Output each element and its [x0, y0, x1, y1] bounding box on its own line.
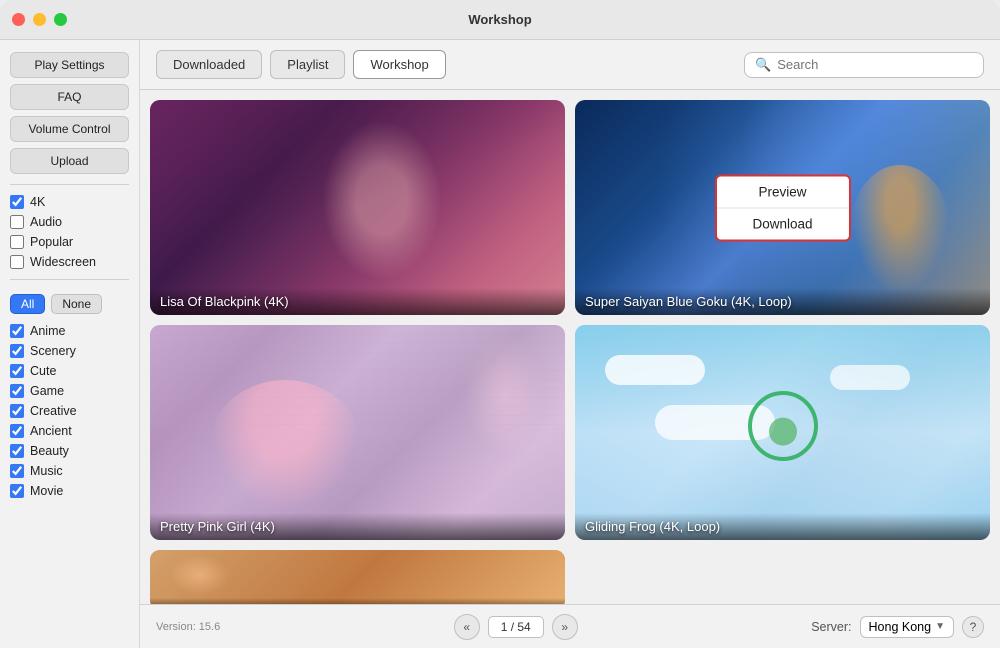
category-scenery-checkbox[interactable] [10, 344, 24, 358]
tab-playlist[interactable]: Playlist [270, 50, 345, 79]
category-beauty[interactable]: Beauty [10, 444, 129, 458]
category-music-checkbox[interactable] [10, 464, 24, 478]
category-creative-label: Creative [30, 404, 77, 418]
category-anime[interactable]: Anime [10, 324, 129, 338]
wallpaper-card-lisa[interactable]: Lisa Of Blackpink (4K) [150, 100, 565, 315]
category-scenery-label: Scenery [30, 344, 76, 358]
card-title-sailor: Pretty Pink Girl (4K) [160, 519, 275, 534]
filter-widescreen[interactable]: Widescreen [10, 255, 129, 269]
download-button[interactable]: Download [716, 207, 848, 239]
category-cute-checkbox[interactable] [10, 364, 24, 378]
card-overlay-goku: Super Saiyan Blue Goku (4K, Loop) [575, 288, 990, 315]
search-input[interactable] [777, 57, 973, 72]
filter-all-none-row: All None [10, 294, 129, 314]
close-button[interactable] [12, 13, 25, 26]
category-creative-checkbox[interactable] [10, 404, 24, 418]
divider-1 [10, 184, 129, 185]
chevron-down-icon: ▼ [935, 621, 945, 632]
category-music[interactable]: Music [10, 464, 129, 478]
wallpaper-card-bottom[interactable] [150, 550, 565, 604]
card-title-goku: Super Saiyan Blue Goku (4K, Loop) [585, 294, 792, 309]
category-movie-label: Movie [30, 484, 63, 498]
category-ancient-checkbox[interactable] [10, 424, 24, 438]
version-text: Version: 15.6 [156, 621, 220, 633]
sidebar: Play Settings FAQ Volume Control Upload … [0, 40, 140, 648]
filter-popular[interactable]: Popular [10, 235, 129, 249]
filter-popular-label: Popular [30, 235, 73, 249]
server-value: Hong Kong [869, 620, 932, 634]
category-anime-checkbox[interactable] [10, 324, 24, 338]
filter-4k-checkbox[interactable] [10, 195, 24, 209]
window-title: Workshop [468, 12, 531, 27]
server-area: Server: Hong Kong ▼ ? [811, 616, 984, 638]
minimize-button[interactable] [33, 13, 46, 26]
wallpaper-card-frog[interactable]: Gliding Frog (4K, Loop) [575, 325, 990, 540]
category-beauty-label: Beauty [30, 444, 69, 458]
category-movie-checkbox[interactable] [10, 484, 24, 498]
category-anime-label: Anime [30, 324, 65, 338]
maximize-button[interactable] [54, 13, 67, 26]
filter-all-button[interactable]: All [10, 294, 45, 314]
card-overlay-bottom [150, 598, 565, 604]
popup-overlay: Preview Download [714, 174, 850, 241]
card-overlay-lisa: Lisa Of Blackpink (4K) [150, 288, 565, 315]
wallpaper-card-sailor[interactable]: Pretty Pink Girl (4K) [150, 325, 565, 540]
category-ancient-label: Ancient [30, 424, 72, 438]
category-cute[interactable]: Cute [10, 364, 129, 378]
card-title-frog: Gliding Frog (4K, Loop) [585, 519, 720, 534]
wallpaper-card-goku[interactable]: Preview Download Super Saiyan Blue Goku … [575, 100, 990, 315]
filter-popular-checkbox[interactable] [10, 235, 24, 249]
category-ancient[interactable]: Ancient [10, 424, 129, 438]
upload-button[interactable]: Upload [10, 148, 129, 174]
wallpaper-grid: Lisa Of Blackpink (4K) Preview Download … [150, 100, 990, 604]
category-scenery[interactable]: Scenery [10, 344, 129, 358]
card-overlay-sailor: Pretty Pink Girl (4K) [150, 513, 565, 540]
help-button[interactable]: ? [962, 616, 984, 638]
card-title-lisa: Lisa Of Blackpink (4K) [160, 294, 289, 309]
filter-widescreen-checkbox[interactable] [10, 255, 24, 269]
tab-downloaded[interactable]: Downloaded [156, 50, 262, 79]
page-indicator: 1 / 54 [488, 616, 544, 638]
category-cute-label: Cute [30, 364, 56, 378]
category-beauty-checkbox[interactable] [10, 444, 24, 458]
category-game[interactable]: Game [10, 384, 129, 398]
divider-2 [10, 279, 129, 280]
server-select[interactable]: Hong Kong ▼ [860, 616, 954, 638]
filter-none-button[interactable]: None [51, 294, 102, 314]
content-area: Downloaded Playlist Workshop 🔍 Lisa Of B… [140, 40, 1000, 648]
bottombar: Version: 15.6 « 1 / 54 » Server: Hong Ko… [140, 604, 1000, 648]
category-movie[interactable]: Movie [10, 484, 129, 498]
filter-audio-checkbox[interactable] [10, 215, 24, 229]
server-label: Server: [811, 620, 851, 634]
filter-widescreen-label: Widescreen [30, 255, 96, 269]
topbar: Downloaded Playlist Workshop 🔍 [140, 40, 1000, 90]
faq-button[interactable]: FAQ [10, 84, 129, 110]
pagination: « 1 / 54 » [454, 614, 578, 640]
filter-audio-label: Audio [30, 215, 62, 229]
card-overlay-frog: Gliding Frog (4K, Loop) [575, 513, 990, 540]
prev-page-button[interactable]: « [454, 614, 480, 640]
search-bar: 🔍 [744, 52, 984, 78]
play-settings-button[interactable]: Play Settings [10, 52, 129, 78]
filter-audio[interactable]: Audio [10, 215, 129, 229]
next-page-button[interactable]: » [552, 614, 578, 640]
volume-control-button[interactable]: Volume Control [10, 116, 129, 142]
category-creative[interactable]: Creative [10, 404, 129, 418]
category-music-label: Music [30, 464, 63, 478]
search-icon: 🔍 [755, 57, 771, 73]
category-game-checkbox[interactable] [10, 384, 24, 398]
wallpaper-grid-area: Lisa Of Blackpink (4K) Preview Download … [140, 90, 1000, 604]
filter-4k-label: 4K [30, 195, 45, 209]
tab-workshop[interactable]: Workshop [353, 50, 445, 79]
filter-4k[interactable]: 4K [10, 195, 129, 209]
category-game-label: Game [30, 384, 64, 398]
preview-button[interactable]: Preview [716, 176, 848, 207]
